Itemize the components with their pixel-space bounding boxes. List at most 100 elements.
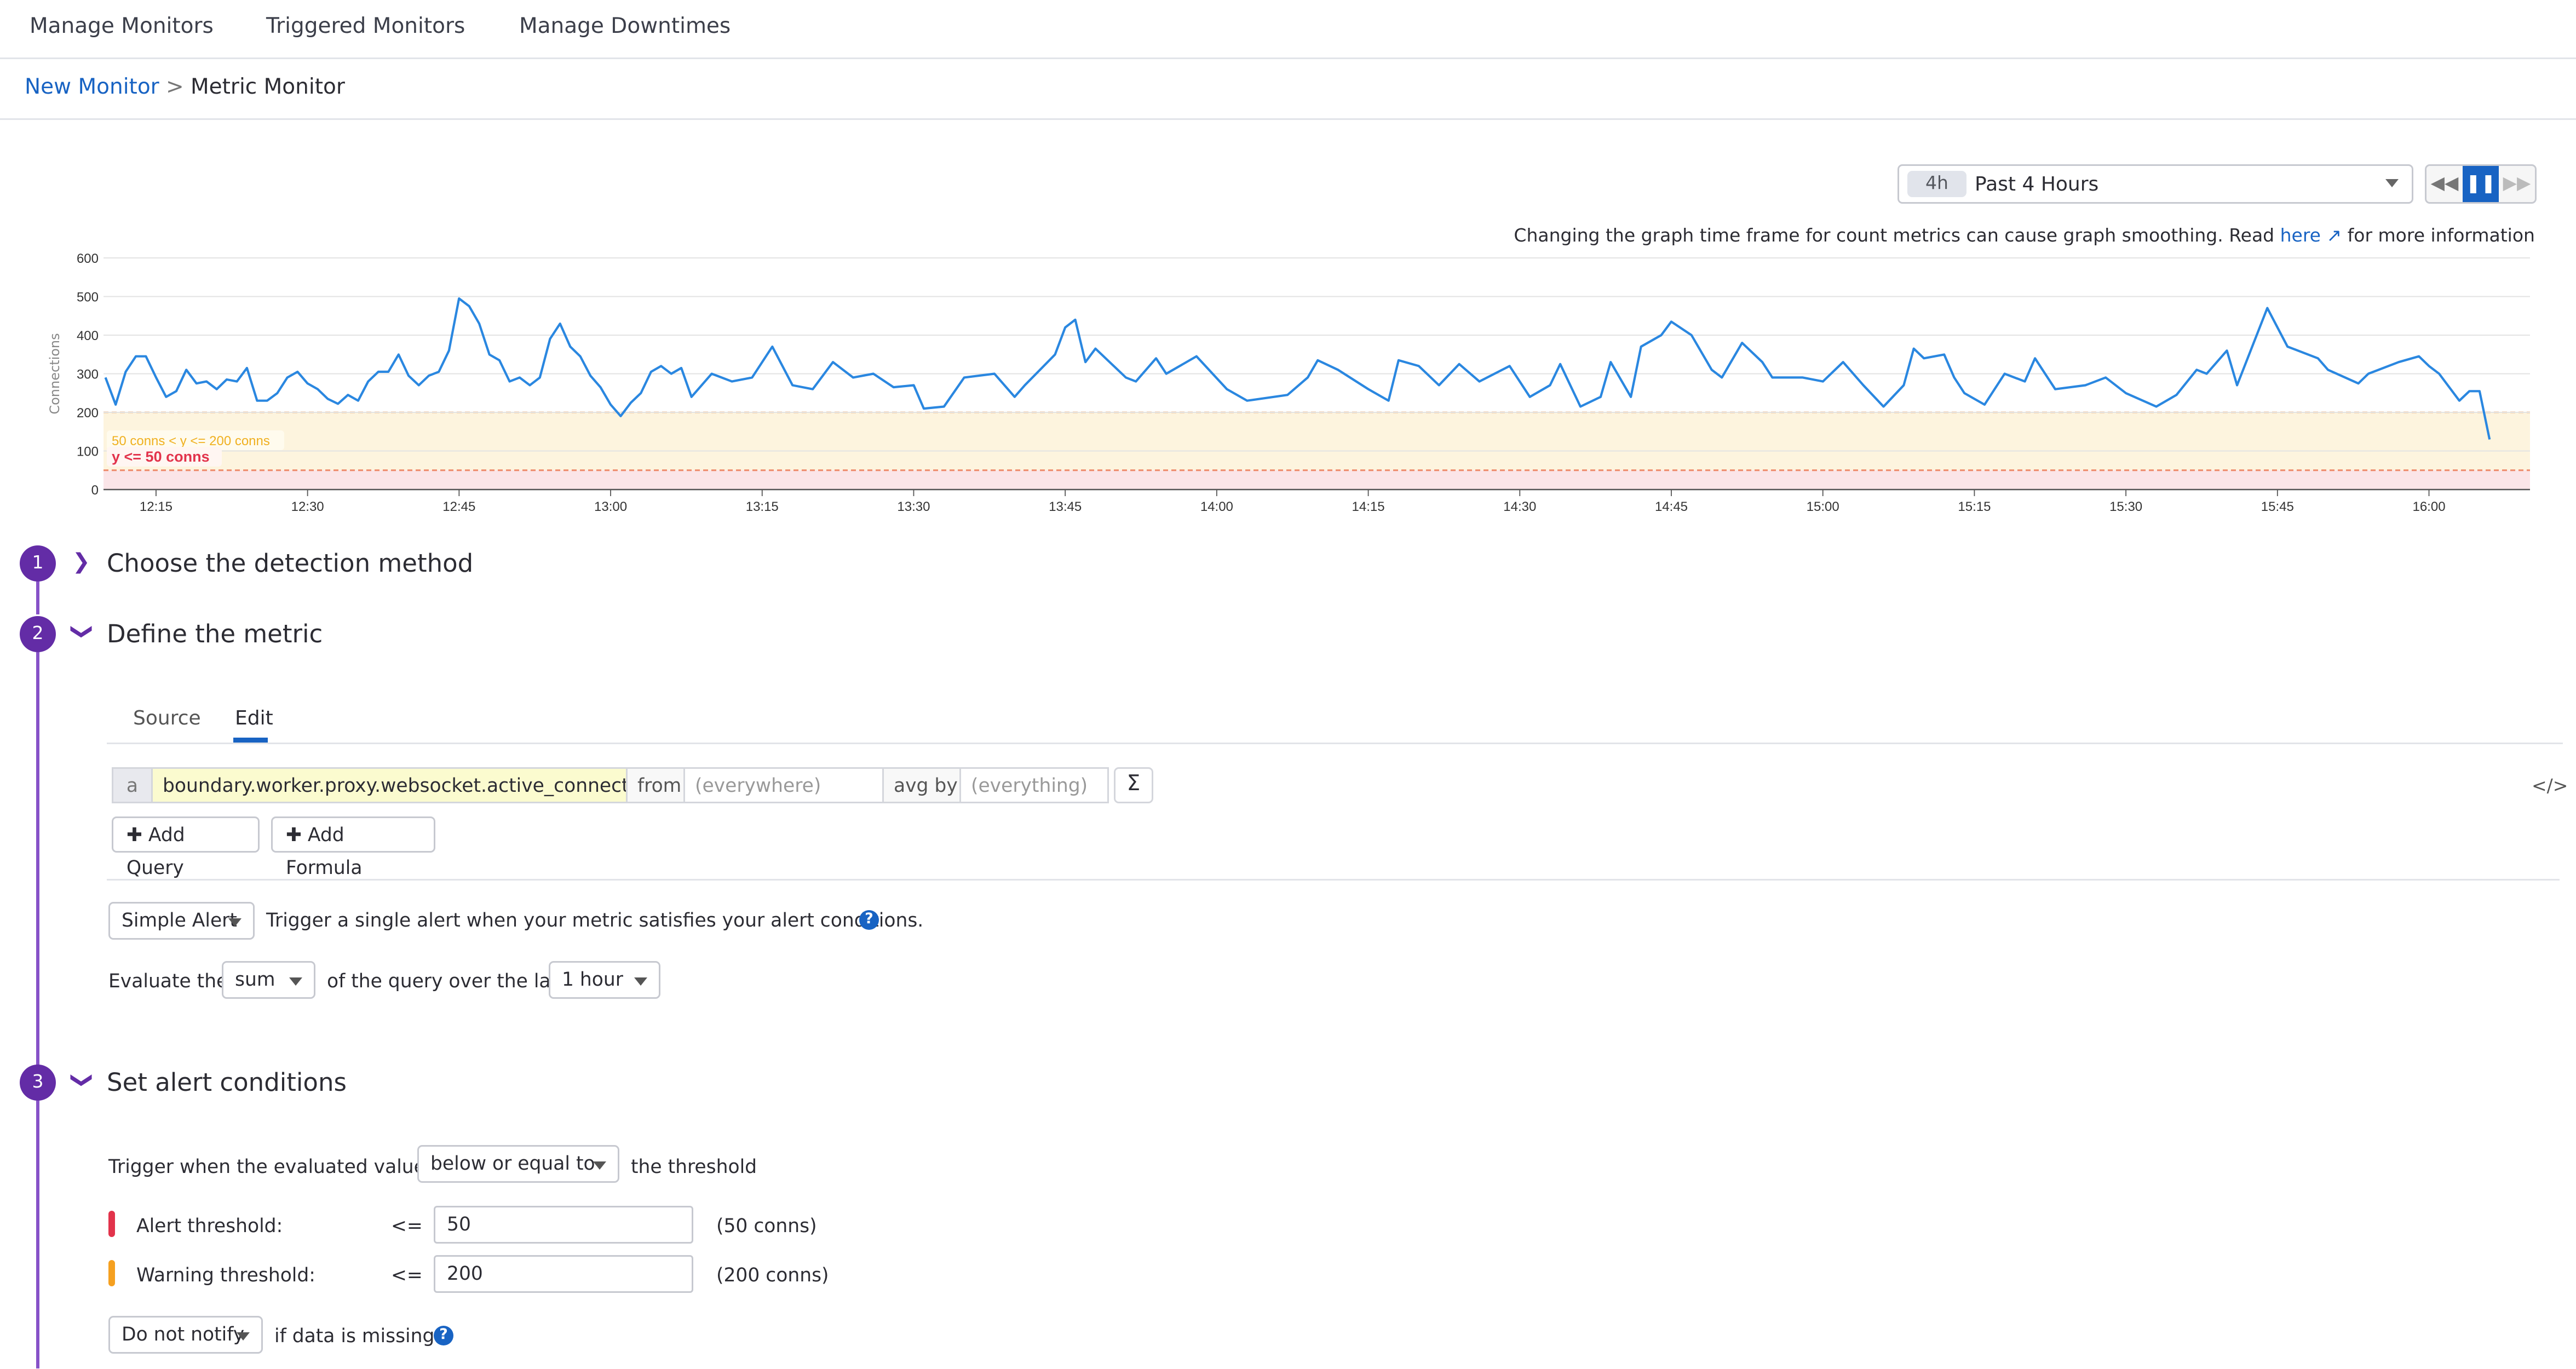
x-tick-label: 12:30 <box>291 499 324 514</box>
x-tick-label: 12:45 <box>442 499 475 514</box>
y-tick-label: 0 <box>91 483 99 498</box>
x-tick-label: 13:00 <box>594 499 627 514</box>
x-tick-label: 14:00 <box>1200 499 1233 514</box>
window-value: 1 hour <box>562 968 623 991</box>
y-tick-label: 100 <box>77 445 99 459</box>
chevron-down-icon[interactable]: ❯ <box>69 623 94 641</box>
nav-manage-monitors[interactable]: Manage Monitors <box>30 15 214 39</box>
y-tick-label: 300 <box>77 367 99 382</box>
divider <box>107 743 2563 744</box>
alert-threshold-label: Alert threshold: <box>136 1214 283 1237</box>
breadcrumb: New Monitor > Metric Monitor <box>0 59 2576 120</box>
nav-triggered-monitors[interactable]: Triggered Monitors <box>266 15 465 39</box>
caret-down-icon <box>634 977 647 986</box>
plus-icon: ✚ <box>286 823 308 846</box>
caret-down-icon <box>228 918 242 927</box>
x-tick-label: 13:30 <box>897 499 930 514</box>
chevron-down-icon[interactable]: ❯ <box>69 1071 94 1089</box>
warning-threshold-note: (200 conns) <box>716 1263 829 1286</box>
aggregation-select[interactable]: sum <box>222 961 315 999</box>
x-tick-label: 13:45 <box>1049 499 1082 514</box>
warning-color-bar <box>108 1260 115 1286</box>
avg-by-input[interactable]: (everything) <box>959 767 1109 803</box>
breadcrumb-chevron-icon: > <box>166 76 184 100</box>
caret-down-icon <box>593 1161 606 1170</box>
step-connector <box>36 582 39 614</box>
code-icon[interactable]: </> <box>2532 775 2568 797</box>
step-title-detection[interactable]: Choose the detection method <box>107 549 473 578</box>
breadcrumb-current: Metric Monitor <box>191 76 345 100</box>
x-tick-label: 12:15 <box>140 499 173 514</box>
y-tick-label: 200 <box>77 406 99 421</box>
warning-operator: <= <box>391 1263 423 1286</box>
alert-threshold-input[interactable]: 50 <box>434 1206 693 1244</box>
metric-name-input[interactable]: boundary.worker.proxy.websocket.active_c… <box>151 767 628 803</box>
from-input[interactable]: (everywhere) <box>683 767 884 803</box>
x-tick-label: 15:45 <box>2261 499 2294 514</box>
avg-by-label: avg by <box>882 767 961 803</box>
comparator-value: below or equal to <box>430 1152 595 1175</box>
pause-icon[interactable]: ❚❚ <box>2463 166 2499 202</box>
help-icon[interactable]: ? <box>434 1326 453 1345</box>
trigger-prefix: Trigger when the evaluated value is <box>108 1155 446 1178</box>
step-connector <box>36 1101 39 1368</box>
threshold-label-warning: 50 conns < y <= 200 conns <box>112 434 270 448</box>
y-tick-label: 600 <box>77 251 99 266</box>
x-tick-label: 16:00 <box>2412 499 2445 514</box>
fast-forward-icon[interactable]: ▶▶ <box>2499 166 2535 202</box>
tab-active-indicator <box>233 738 268 743</box>
alert-type-value: Simple Alert <box>122 908 237 931</box>
alert-color-bar <box>108 1211 115 1237</box>
sigma-function-button[interactable]: Σ <box>1114 767 1153 803</box>
alert-type-select[interactable]: Simple Alert <box>108 902 255 940</box>
help-icon[interactable]: ? <box>859 910 879 930</box>
monitor-page: Manage Monitors Triggered Monitors Manag… <box>0 0 2576 1368</box>
warning-threshold-label: Warning threshold: <box>136 1263 315 1286</box>
window-select[interactable]: 1 hour <box>549 961 660 999</box>
add-query-button[interactable]: ✚ Add Query <box>112 816 260 853</box>
x-tick-label: 13:15 <box>746 499 779 514</box>
query-letter: a <box>112 767 153 803</box>
aggregation-value: sum <box>235 968 275 991</box>
caret-down-icon <box>237 1332 250 1341</box>
playback-controls: ◀◀ ❚❚ ▶▶ <box>2425 164 2537 204</box>
evaluate-mid: of the query over the last <box>327 969 568 992</box>
from-label: from <box>626 767 685 803</box>
tab-edit[interactable]: Edit <box>235 706 273 729</box>
y-tick-label: 500 <box>77 290 99 305</box>
missing-data-select[interactable]: Do not notify <box>108 1316 263 1354</box>
comparator-select[interactable]: below or equal to <box>417 1145 619 1183</box>
y-axis-label: Connections <box>47 333 62 414</box>
trigger-suffix: the threshold <box>631 1155 757 1178</box>
step-number-3: 3 <box>20 1065 56 1101</box>
rewind-icon[interactable]: ◀◀ <box>2427 166 2463 202</box>
x-tick-label: 14:15 <box>1352 499 1385 514</box>
step-number-2: 2 <box>20 616 56 652</box>
metric-chart: 0 100 200 300 400 500 600 12:15 12:30 12:45 13:00 1… <box>0 238 2576 517</box>
missing-data-value: Do not notify <box>122 1322 244 1345</box>
timeframe-badge: 4h <box>1907 171 1967 197</box>
x-tick-label: 14:45 <box>1655 499 1688 514</box>
timeframe-select[interactable]: 4h Past 4 Hours <box>1898 164 2413 204</box>
chevron-right-icon[interactable]: ❯ <box>72 550 90 575</box>
breadcrumb-new-monitor[interactable]: New Monitor <box>25 76 159 100</box>
alert-operator: <= <box>391 1214 423 1237</box>
step-connector <box>36 652 39 1066</box>
step-title-conditions[interactable]: Set alert conditions <box>107 1068 347 1097</box>
timeframe-label: Past 4 Hours <box>1975 172 2098 195</box>
tab-source[interactable]: Source <box>133 706 201 729</box>
evaluate-prefix: Evaluate the <box>108 969 228 992</box>
y-tick-label: 400 <box>77 329 99 343</box>
alert-threshold-note: (50 conns) <box>716 1214 817 1237</box>
threshold-band-alert <box>104 470 2530 490</box>
nav-manage-downtimes[interactable]: Manage Downtimes <box>519 15 731 39</box>
threshold-label-alert: y <= 50 conns <box>112 448 210 465</box>
threshold-band-warning <box>104 412 2530 470</box>
step-title-metric[interactable]: Define the metric <box>107 619 323 649</box>
top-nav: Manage Monitors Triggered Monitors Manag… <box>0 0 2576 59</box>
warning-threshold-input[interactable]: 200 <box>434 1255 693 1293</box>
alert-type-description: Trigger a single alert when your metric … <box>266 908 923 931</box>
add-formula-button[interactable]: ✚ Add Formula <box>271 816 435 853</box>
caret-down-icon <box>289 977 302 986</box>
x-tick-label: 15:15 <box>1958 499 1991 514</box>
